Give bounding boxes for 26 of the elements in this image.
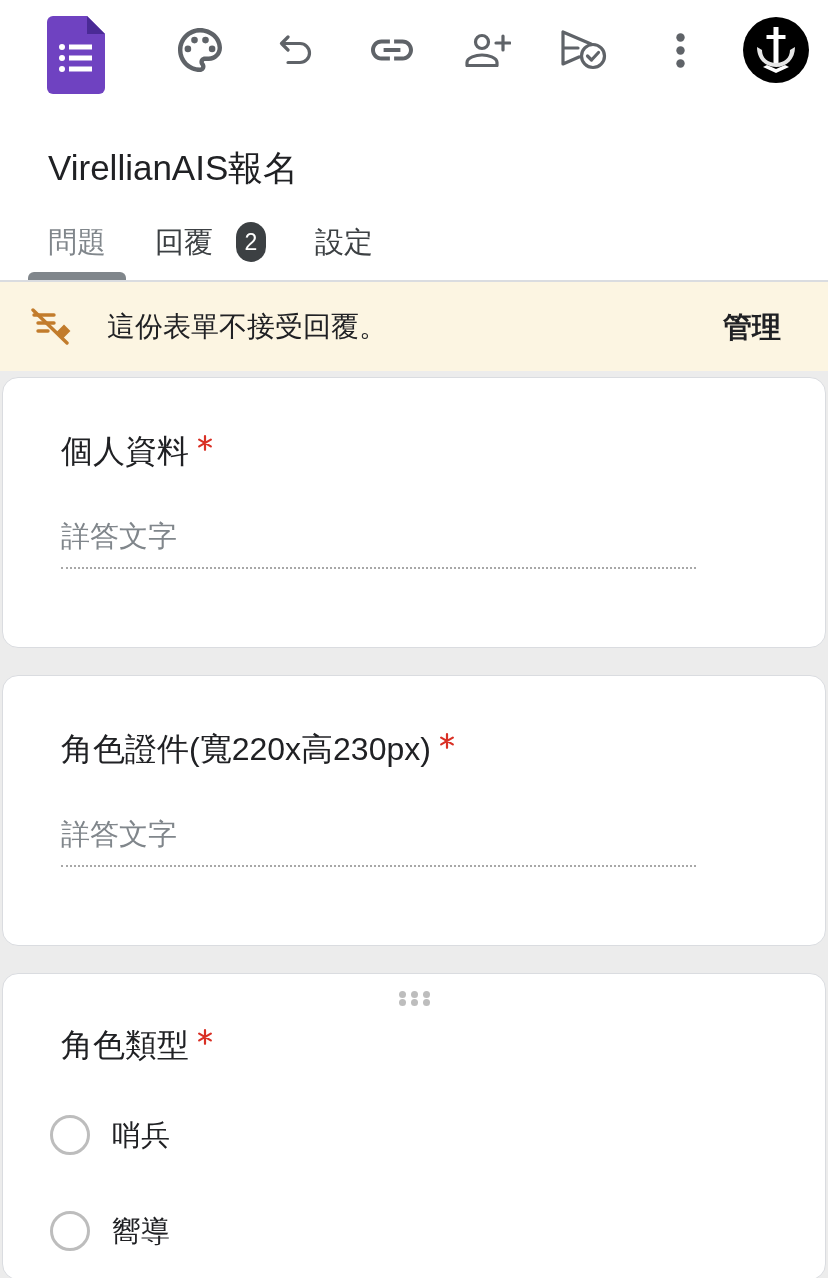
radio-button[interactable] xyxy=(50,1114,90,1155)
answer-field[interactable]: 詳答文字 xyxy=(61,813,696,867)
palette-icon[interactable] xyxy=(178,28,222,72)
form-document-icon[interactable] xyxy=(47,16,105,94)
more-options-icon[interactable] xyxy=(675,32,685,68)
avatar-icon[interactable] xyxy=(743,17,809,83)
question-title: 個人資料 xyxy=(61,432,189,471)
banner-message: 這份表單不接受回覆。 xyxy=(107,309,388,344)
answer-field[interactable]: 詳答文字 xyxy=(61,515,696,569)
question-title: 角色類型 xyxy=(61,1025,189,1065)
tab[interactable]: 問題 xyxy=(28,210,126,280)
option-label: 哨兵 xyxy=(112,1117,170,1153)
form-title: VirellianAIS報名 xyxy=(47,147,300,189)
undo-icon[interactable] xyxy=(279,35,313,65)
list-off-icon xyxy=(30,307,72,346)
drag-handle-icon[interactable] xyxy=(398,990,430,1006)
question-title: 角色證件(寬220x高230px) xyxy=(61,730,431,769)
add-person-icon[interactable] xyxy=(465,33,511,67)
manage-button[interactable]: 管理 xyxy=(723,306,781,347)
link-icon[interactable] xyxy=(371,39,413,61)
tab[interactable]: 設定 xyxy=(295,210,393,280)
send-check-icon[interactable] xyxy=(561,30,607,70)
radio-button[interactable] xyxy=(50,1210,90,1251)
count-badge: 2 xyxy=(236,222,266,262)
tab[interactable]: 回覆 2 xyxy=(135,210,286,280)
option-label: 嚮導 xyxy=(112,1213,170,1249)
